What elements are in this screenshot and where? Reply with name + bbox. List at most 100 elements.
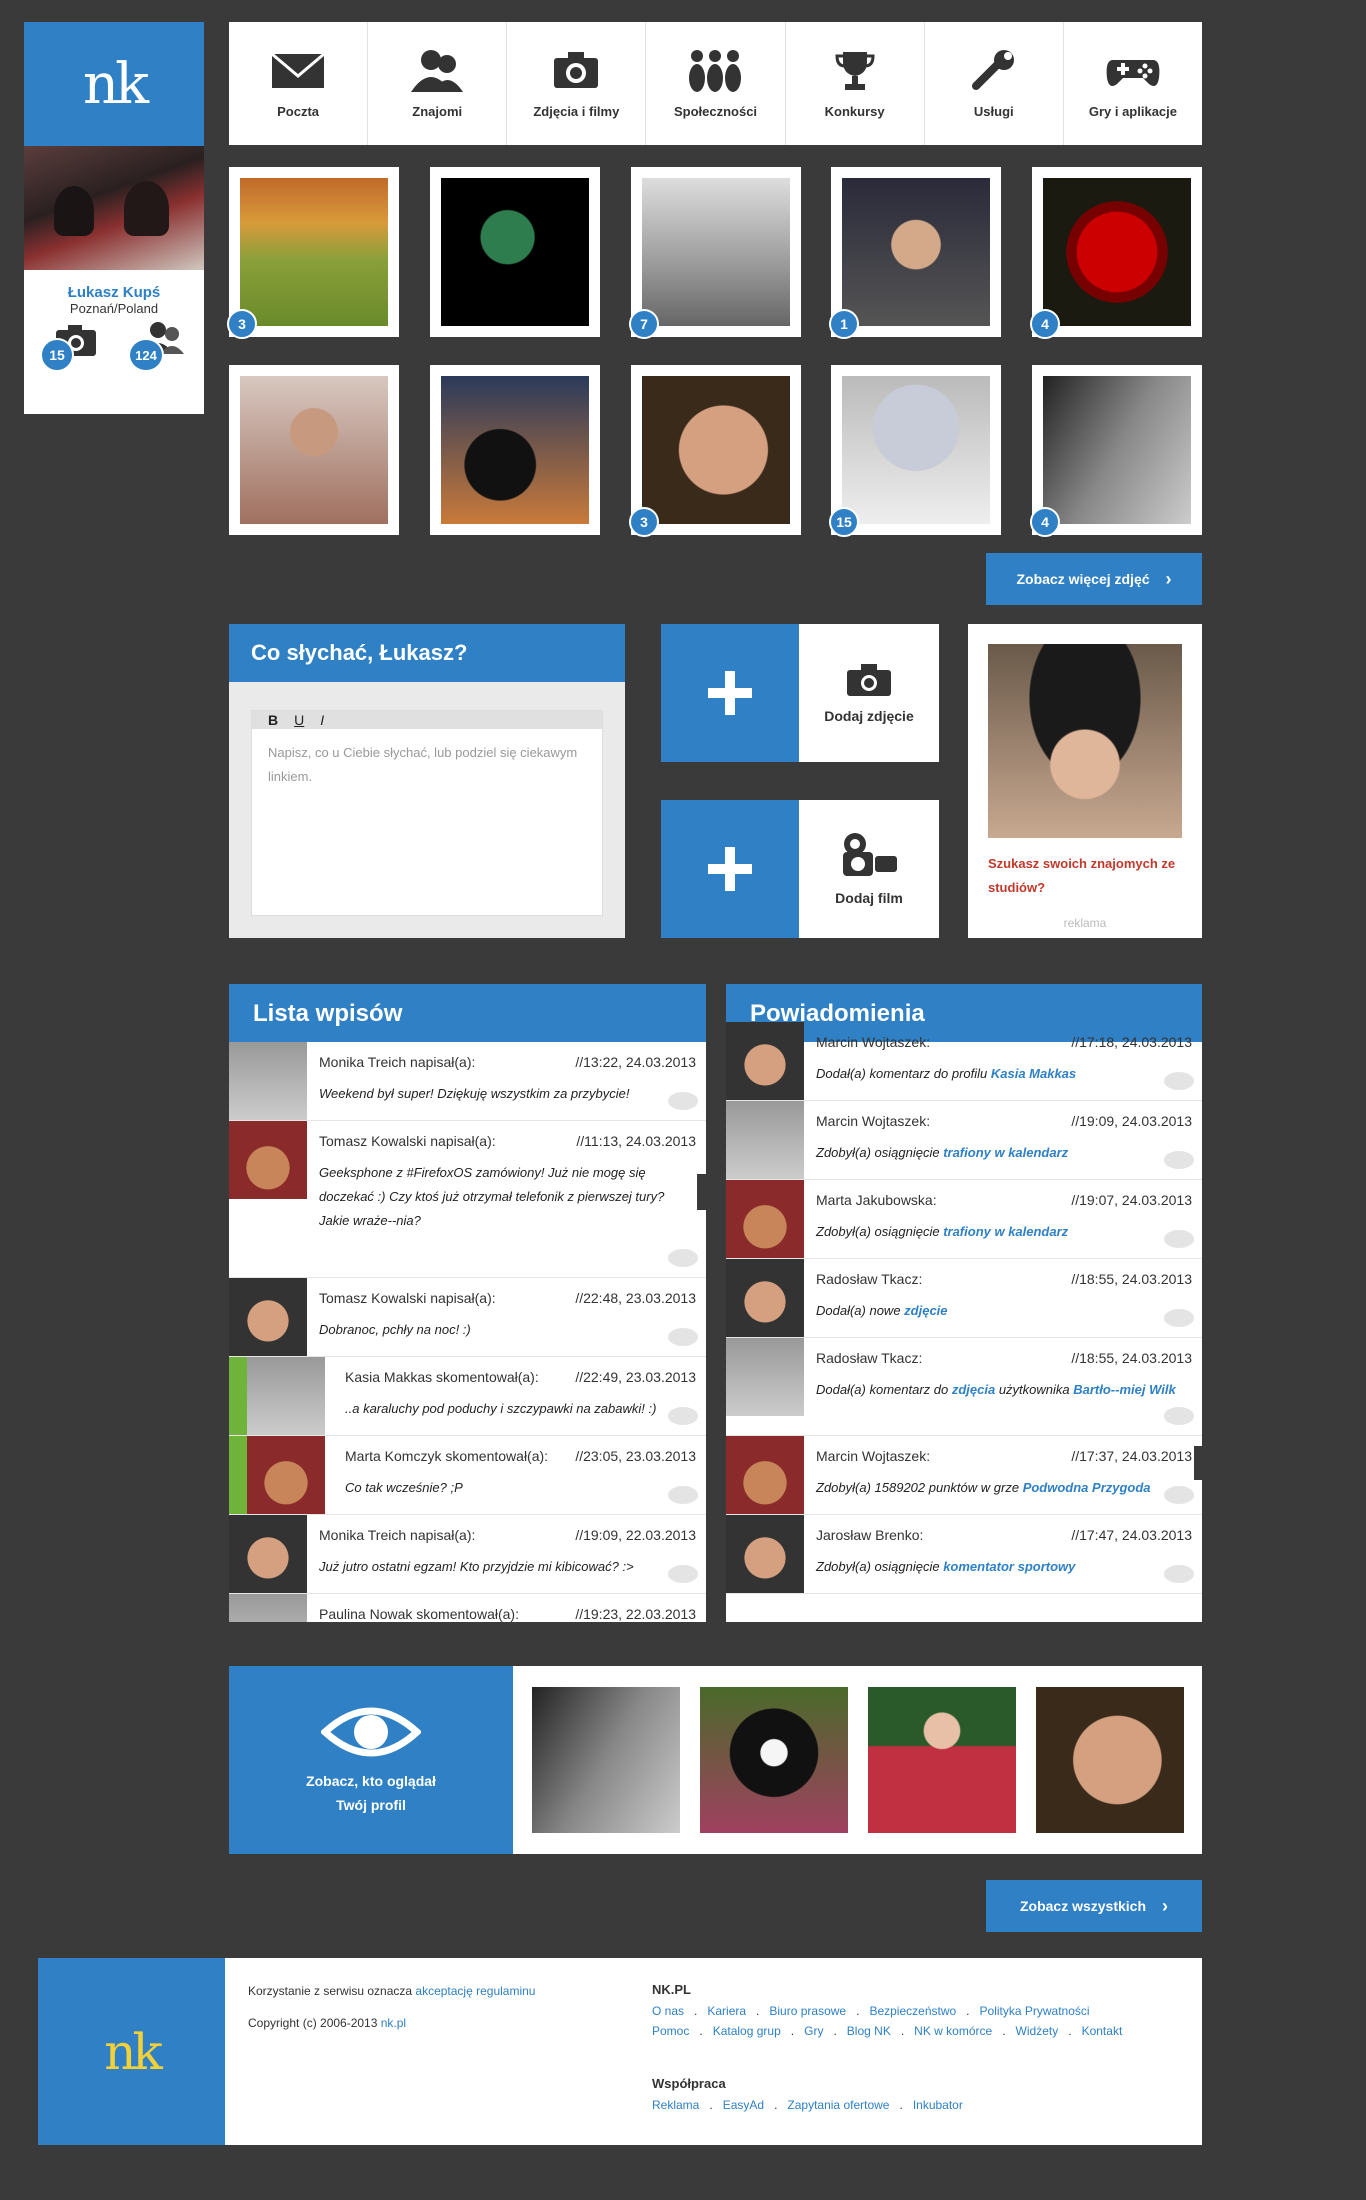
avatar[interactable] [726,1259,804,1337]
gallery-photo[interactable] [430,365,600,535]
entry-author[interactable]: Tomasz Kowalski napisał(a): [319,1133,496,1149]
nav-games[interactable]: Gry i aplikacje [1064,22,1202,145]
avatar[interactable] [229,1515,307,1593]
comment-bubble-icon[interactable] [668,1092,698,1110]
nav-contests[interactable]: Konkursy [786,22,925,145]
bold-button[interactable]: B [268,712,278,728]
entry-row[interactable]: Marta Komczyk skomentował(a): //23:05, 23… [229,1436,706,1515]
notification-link[interactable]: Podwodna Przygoda [1023,1480,1151,1495]
visitor-photo[interactable] [700,1687,848,1833]
gallery-photo[interactable]: 15 [829,365,1001,537]
notification-row[interactable]: Jarosław Brenko: //17:47, 24.03.2013 Zdoby… [726,1515,1202,1594]
comment-bubble-icon[interactable] [1164,1407,1194,1425]
entry-row[interactable]: Tomasz Kowalski napisał(a): //22:48, 23.0… [229,1278,706,1357]
comment-bubble-icon[interactable] [1164,1309,1194,1327]
gallery-photo[interactable]: 7 [629,167,801,339]
add-video-button[interactable]: Dodaj film [661,800,939,938]
avatar[interactable] [247,1357,325,1435]
ad-box[interactable]: Szukasz swoich znajomych ze studiów? rek… [968,624,1202,938]
footer-link[interactable]: Pomoc [652,2024,689,2038]
nav-services[interactable]: Usługi [925,22,1064,145]
footer-link[interactable]: Zapytania ofertowe [787,2098,889,2112]
entry-row[interactable]: Paulina Nowak skomentował(a): //19:23, 22… [229,1594,706,1622]
notification-author[interactable]: Radosław Tkacz: [816,1271,922,1287]
comment-bubble-icon[interactable] [1164,1486,1194,1504]
nav-friends[interactable]: Znajomi [368,22,508,145]
visitors-cta[interactable]: Zobacz, kto oglądał Twój profil [229,1666,513,1854]
entry-author[interactable]: Monika Treich napisał(a): [319,1054,475,1070]
footer-link[interactable]: Inkubator [913,2098,963,2112]
avatar[interactable] [229,1594,307,1622]
footer-link[interactable]: Biuro prasowe [769,2004,846,2018]
notification-author[interactable]: Marcin Wojtaszek: [816,1113,930,1129]
entry-author[interactable]: Monika Treich napisał(a): [319,1527,475,1543]
entry-author[interactable]: Tomasz Kowalski napisał(a): [319,1290,496,1306]
status-placeholder[interactable]: Napisz, co u Ciebie słychać, lub podziel… [252,729,602,801]
footer-link[interactable]: O nas [652,2004,684,2018]
gallery-photo[interactable]: 1 [829,167,1001,339]
comment-bubble-icon[interactable] [1164,1565,1194,1583]
avatar[interactable] [726,1022,804,1100]
avatar[interactable] [229,1278,307,1356]
notification-author[interactable]: Jarosław Brenko: [816,1527,923,1543]
gallery-photo[interactable]: 4 [1030,167,1202,339]
comment-bubble-icon[interactable] [1164,1230,1194,1248]
comment-bubble-icon[interactable] [668,1407,698,1425]
footer-link[interactable]: NK w komórce [914,2024,992,2038]
ad-image[interactable] [988,644,1182,838]
underline-button[interactable]: U [294,712,304,728]
gallery-photo[interactable] [430,167,600,337]
notification-link[interactable]: zdjęcia [952,1382,995,1397]
footer-link[interactable]: Polityka Prywatności [980,2004,1090,2018]
notification-author[interactable]: Marcin Wojtaszek: [816,1448,930,1464]
entry-author[interactable]: Kasia Makkas skomentował(a): [345,1369,539,1385]
avatar[interactable] [726,1515,804,1593]
footer-link[interactable]: Kariera [707,2004,746,2018]
visitor-photo[interactable] [532,1687,680,1833]
notification-link[interactable]: Kasia Makkas [991,1066,1076,1081]
footer-link[interactable]: EasyAd [723,2098,764,2112]
entry-row[interactable]: Kasia Makkas skomentował(a): //22:49, 23.… [229,1357,706,1436]
avatar[interactable] [726,1338,804,1416]
footer-link[interactable]: Kontakt [1082,2024,1123,2038]
comment-bubble-icon[interactable] [668,1486,698,1504]
avatar[interactable] [726,1101,804,1179]
notification-author[interactable]: Radosław Tkacz: [816,1350,922,1366]
notification-link[interactable]: zdjęcie [904,1303,947,1318]
entries-scrollbar[interactable] [697,1174,706,1210]
notification-row[interactable]: Marcin Wojtaszek: //19:09, 24.03.2013 Zdob… [726,1101,1202,1180]
notification-author[interactable]: Marta Jakubowska: [816,1192,937,1208]
profile-name[interactable]: Łukasz Kupś [24,284,204,301]
entry-row[interactable]: Monika Treich napisał(a): //19:09, 22.03.… [229,1515,706,1594]
italic-button[interactable]: I [320,712,324,728]
entry-author[interactable]: Paulina Nowak skomentował(a): [319,1606,519,1622]
visitor-photo[interactable] [1036,1687,1184,1833]
notifications-scrollbar[interactable] [1194,1446,1203,1480]
footer-link[interactable]: Gry [804,2024,823,2038]
gallery-photo[interactable]: 3 [227,167,399,339]
see-more-photos-button[interactable]: Zobacz więcej zdjęć › [986,553,1202,605]
nk-logo[interactable]: nk [24,22,204,146]
avatar[interactable] [726,1436,804,1514]
entry-row[interactable]: Tomasz Kowalski napisał(a): //11:13, 24.0… [229,1121,706,1278]
gallery-photo[interactable]: 3 [629,365,801,537]
ad-text[interactable]: Szukasz swoich znajomych ze studiów? [988,852,1188,900]
profile-photo[interactable] [24,146,204,270]
footer-logo[interactable]: nk [38,1958,225,2145]
see-all-visitors-button[interactable]: Zobacz wszystkich › [986,1880,1202,1932]
comment-bubble-icon[interactable] [1164,1151,1194,1169]
notification-author[interactable]: Marcin Wojtaszek: [816,1034,930,1050]
notification-link[interactable]: komentator sportowy [943,1559,1075,1574]
avatar[interactable] [247,1436,325,1514]
comment-bubble-icon[interactable] [668,1328,698,1346]
footer-link[interactable]: Katalog grup [713,2024,781,2038]
comment-bubble-icon[interactable] [668,1249,698,1267]
notification-link[interactable]: Bartło--miej Wilk [1073,1382,1175,1397]
entry-author[interactable]: Marta Komczyk skomentował(a): [345,1448,548,1464]
footer-link[interactable]: Reklama [652,2098,699,2112]
nav-photos[interactable]: Zdjęcia i filmy [507,22,647,145]
notification-row[interactable]: Marcin Wojtaszek: //17:18, 24.03.2013 Doda… [726,1022,1202,1101]
notification-row[interactable]: Marta Jakubowska: //19:07, 24.03.2013 Zdob… [726,1180,1202,1259]
nk-link[interactable]: nk.pl [381,2016,406,2030]
gallery-photo[interactable]: 4 [1030,365,1202,537]
